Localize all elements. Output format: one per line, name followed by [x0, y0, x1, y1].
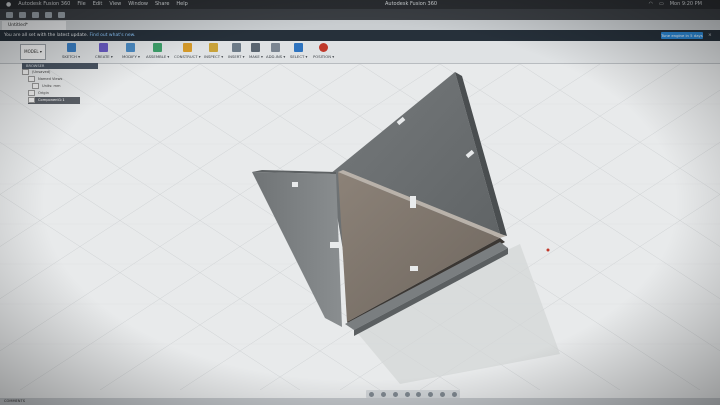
document-tab[interactable]: Untitled* — [2, 21, 66, 30]
browser-item-label: Units: mm — [42, 84, 61, 88]
add-ins-label: ADD-INS ▾ — [266, 54, 286, 59]
status-items: ◠ ▭ Mon 9:20 PM — [649, 0, 702, 9]
construct-label: CONSTRUCT ▾ — [174, 54, 201, 59]
grid-settings-icon[interactable] — [439, 391, 445, 397]
insert-group[interactable]: INSERT ▾ — [228, 43, 245, 59]
position-label: POSITION ▾ — [313, 54, 335, 59]
inspect-icon — [209, 43, 219, 52]
battery-icon[interactable]: ▭ — [659, 0, 664, 9]
redo-icon[interactable] — [58, 11, 65, 18]
select-icon — [294, 43, 304, 52]
browser-item-label: (Unsaved) — [32, 70, 51, 74]
undo-icon[interactable] — [45, 11, 52, 18]
main-toolbar: MODEL ▾ SKETCH ▾ CREATE ▾ MODIFY ▾ ASSEM… — [0, 41, 720, 64]
notice-text: You are all set with the latest update. … — [4, 30, 135, 41]
browser-panel: BROWSER (Unsaved) Named Views Units: mm … — [22, 63, 98, 105]
create-label: CREATE ▾ — [95, 54, 113, 59]
fusion-360-screen: ● Autodesk Fusion 360 File Edit View Win… — [0, 0, 720, 405]
document-icon — [22, 69, 29, 75]
folder-icon — [28, 76, 35, 82]
assemble-group[interactable]: ASSEMBLE ▾ — [146, 43, 169, 59]
insert-label: INSERT ▾ — [228, 54, 245, 59]
browser-item-label: Component1:1 — [38, 98, 65, 102]
quick-access-toolbar — [0, 9, 720, 20]
select-label: SELECT ▾ — [290, 54, 308, 59]
insert-icon — [231, 43, 241, 52]
create-icon — [99, 43, 109, 52]
viewport-svg[interactable] — [0, 63, 720, 391]
origin-point — [546, 248, 550, 252]
data-panel-icon[interactable] — [6, 11, 13, 18]
make-group[interactable]: MAKE ▾ — [249, 43, 263, 59]
orbit-icon[interactable] — [369, 391, 375, 397]
inspect-label: INSPECT ▾ — [204, 54, 224, 59]
menu-clock[interactable]: Mon 9:20 PM — [670, 0, 702, 9]
menu-view[interactable]: View — [109, 0, 121, 9]
design-canvas[interactable] — [0, 63, 720, 391]
browser-item-document[interactable]: (Unsaved) — [22, 69, 94, 76]
browser-item-label: Origin — [38, 91, 49, 95]
inspect-group[interactable]: INSPECT ▾ — [204, 43, 223, 59]
menu-edit[interactable]: Edit — [93, 0, 103, 9]
units-icon — [32, 83, 39, 89]
look-at-icon[interactable] — [381, 391, 387, 397]
save-icon[interactable] — [32, 11, 39, 18]
status-bar — [0, 398, 720, 405]
wifi-icon[interactable]: ◠ — [649, 0, 653, 9]
create-group[interactable]: CREATE ▾ — [95, 43, 113, 59]
apple-menu-icon[interactable]: ● — [6, 0, 11, 9]
sketch-label: SKETCH ▾ — [62, 54, 81, 59]
component-icon — [28, 97, 35, 103]
assemble-label: ASSEMBLE ▾ — [146, 54, 170, 59]
select-group[interactable]: SELECT ▾ — [290, 43, 307, 59]
viewports-icon[interactable] — [451, 391, 457, 397]
menu-share[interactable]: Share — [155, 0, 169, 9]
modify-label: MODIFY ▾ — [122, 54, 140, 59]
construct-group[interactable]: CONSTRUCT ▾ — [174, 43, 201, 59]
position-icon — [319, 43, 329, 52]
document-tab-strip: Untitled* — [0, 20, 720, 30]
modify-group[interactable]: MODIFY ▾ — [122, 43, 140, 59]
browser-item-units[interactable]: Units: mm — [32, 83, 94, 90]
navigation-bar — [366, 390, 460, 398]
close-notice-icon[interactable]: × — [708, 30, 712, 41]
window-title: Autodesk Fusion 360 — [385, 1, 438, 7]
menu-window[interactable]: Window — [128, 0, 148, 9]
display-settings-icon[interactable] — [428, 391, 434, 397]
add-ins-icon — [271, 43, 281, 52]
app-menu[interactable]: Autodesk Fusion 360 — [18, 0, 70, 9]
browser-item-component[interactable]: Component1:1 — [28, 97, 80, 104]
browser-item-origin[interactable]: Origin — [28, 90, 94, 97]
modify-icon — [126, 43, 136, 52]
menu-help[interactable]: Help — [176, 0, 187, 9]
whats-new-link[interactable]: Find out what's new. — [89, 33, 135, 38]
macos-menu-bar: ● Autodesk Fusion 360 File Edit View Win… — [0, 0, 720, 9]
assemble-icon — [153, 43, 163, 52]
make-icon — [251, 43, 261, 52]
workspace-switcher[interactable]: MODEL ▾ — [20, 44, 46, 60]
sketch-group[interactable]: SKETCH ▾ — [62, 43, 80, 59]
browser-item-named-views[interactable]: Named Views — [28, 76, 94, 83]
notice-action-button[interactable]: Tune engine in 5 days — [661, 32, 703, 39]
pan-icon[interactable] — [392, 391, 398, 397]
zoom-icon[interactable] — [404, 391, 410, 397]
comments-panel[interactable]: COMMENTS — [4, 399, 44, 404]
update-notice-banner: You are all set with the latest update. … — [0, 30, 720, 41]
browser-item-label: Named Views — [38, 77, 63, 81]
add-ins-group[interactable]: ADD-INS ▾ — [266, 43, 285, 59]
menu-file[interactable]: File — [77, 0, 85, 9]
make-label: MAKE ▾ — [249, 54, 263, 59]
notice-message: You are all set with the latest update. — [4, 33, 90, 38]
file-menu-icon[interactable] — [19, 11, 26, 18]
construct-icon — [182, 43, 192, 52]
sketch-icon — [66, 43, 76, 52]
origin-folder-icon — [28, 90, 35, 96]
fit-icon[interactable] — [416, 391, 422, 397]
position-group[interactable]: POSITION ▾ — [313, 43, 334, 59]
